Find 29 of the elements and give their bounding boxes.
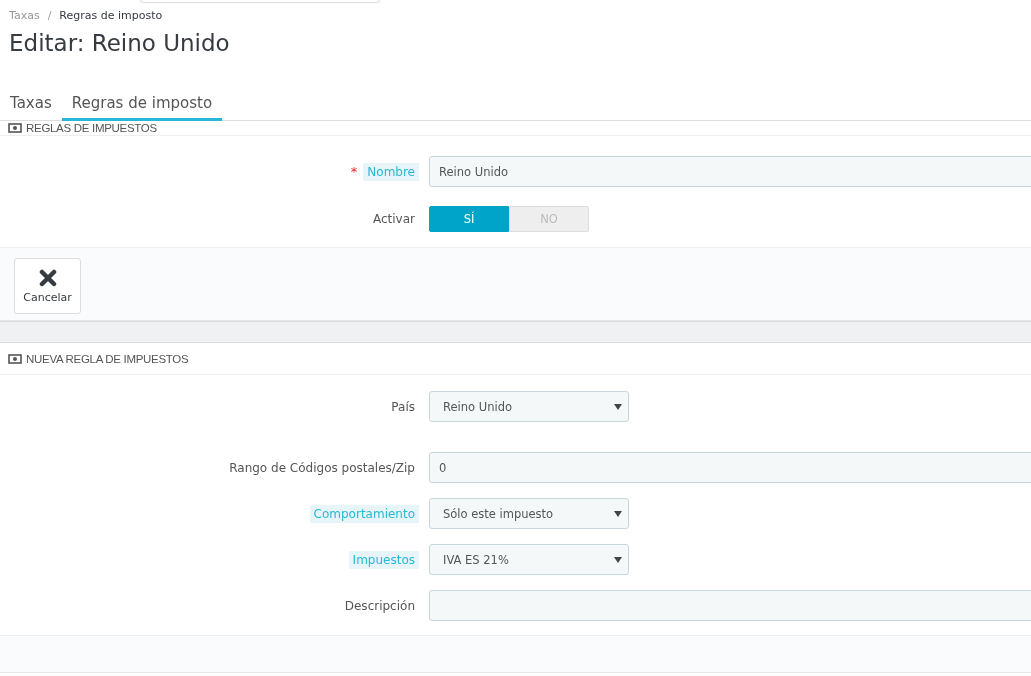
- field-label: País: [390, 398, 416, 416]
- input-field[interactable]: [429, 590, 1031, 621]
- field-label: Descripción: [343, 597, 416, 615]
- panel-heading: REGLAS DE IMPUESTOS: [26, 122, 157, 134]
- panel-heading: NUEVA REGLA DE IMPUESTOS: [26, 352, 189, 365]
- page-title: Editar: Reino Unido: [9, 30, 231, 56]
- banknote-icon: [8, 123, 22, 133]
- select-field[interactable]: Reino Unido: [429, 391, 629, 422]
- caret-icon: [614, 403, 622, 410]
- search-field[interactable]: [140, 0, 380, 3]
- caret-icon: [614, 510, 622, 517]
- cancel-button[interactable]: Cancelar: [14, 258, 81, 314]
- caret-icon: [614, 556, 622, 563]
- banknote-icon: [8, 353, 22, 364]
- tab[interactable]: Regras de imposto: [61, 90, 223, 121]
- input-field[interactable]: Reino Unido: [429, 156, 1031, 187]
- close-icon: [38, 268, 57, 287]
- breadcrumb-separator: /: [47, 9, 52, 22]
- select-field[interactable]: Sólo este impuesto: [429, 498, 629, 529]
- field-label: Rango de Códigos postales/Zip: [228, 459, 416, 477]
- input-field[interactable]: 0: [429, 452, 1031, 483]
- tab[interactable]: Taxas: [0, 90, 62, 121]
- required-mark: *: [350, 164, 358, 179]
- field-label: Comportamiento: [309, 504, 419, 523]
- field-label: Impuestos: [348, 550, 419, 569]
- breadcrumb-link[interactable]: Regras de imposto: [59, 9, 163, 22]
- field-label: Activar: [371, 211, 416, 228]
- select-field[interactable]: IVA ES 21%: [429, 544, 629, 575]
- field-label: Nombre: [363, 162, 419, 181]
